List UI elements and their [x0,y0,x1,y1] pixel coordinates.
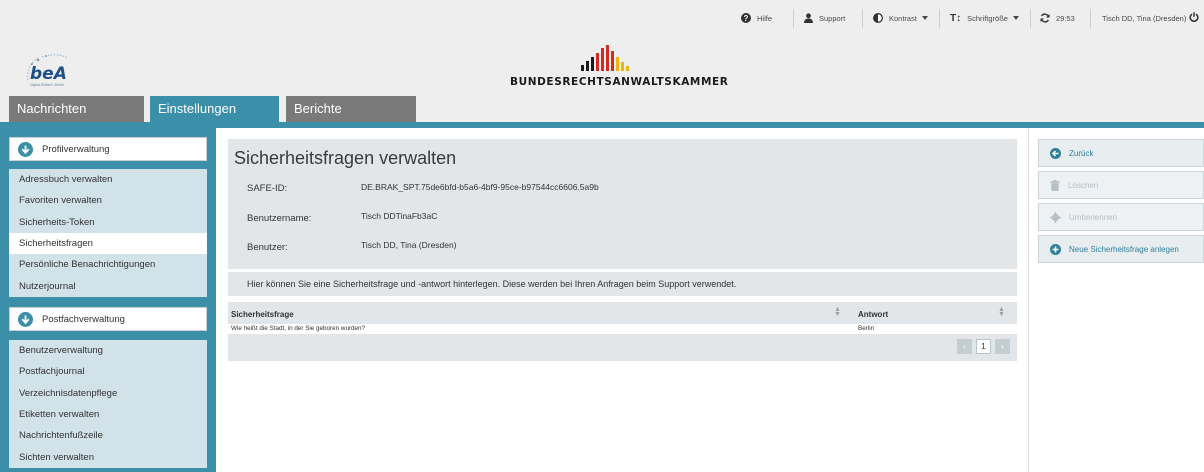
user-icon [804,13,813,23]
support-label: Support [819,13,846,23]
sidebar-item-postfachjournal[interactable]: Postfachjournal [9,361,207,382]
table-header: Sicherheitsfrage ▲ ▼ Antwort ▲ ▼ [228,302,1017,324]
column-header-antwort[interactable]: Antwort [858,310,888,319]
plus-circle-icon [1050,243,1061,255]
divider [793,9,794,28]
user-name-label: Tisch DD, Tina (Dresden) [1102,13,1187,23]
description-text: Hier können Sie eine Sicherheitsfrage un… [228,269,1017,296]
tab-einstellungen[interactable]: Einstellungen [150,96,279,122]
account-info: SAFE-ID: DE.BRAK_SPT.75de6bfd-b5a6-4bf9-… [228,172,1017,269]
gear-icon [1050,211,1061,223]
divider [1090,9,1091,28]
username-label: Benutzername: [247,213,312,224]
sidebar-item-favoriten[interactable]: Favoriten verwalten [9,190,207,211]
sidebar-item-etiketten[interactable]: Etiketten verwalten [9,404,207,425]
sidebar-group-profilverwaltung[interactable]: Profilverwaltung [9,137,207,161]
new-label: Neue Sicherheitsfrage anlegen [1069,244,1179,254]
chevron-down-icon [1012,16,1019,20]
sidebar-item-adressbuch[interactable]: Adressbuch verwalten [9,169,207,190]
cell-question: Wie heißt die Stadt, in der Sie geboren … [231,325,366,332]
power-icon [1189,12,1199,24]
right-column-divider [1028,128,1029,472]
sidebar-item-nachrichtenfusszeile[interactable]: Nachrichtenfußzeile [9,425,207,446]
top-utility-bar: ? Hilfe Support Kontrast T↕ Schriftgröße… [0,0,1204,36]
details-card: Sicherheitsfragen verwalten SAFE-ID: DE.… [228,139,1017,269]
cell-answer: Berlin [858,325,875,332]
main-tabs: Nachrichten Einstellungen Berichte [0,94,1204,122]
session-timer[interactable]: 29:53 [1040,0,1075,36]
sidebar-item-benachrichtigungen[interactable]: Persönliche Benachrichtigungen [9,254,207,275]
chevron-left-icon[interactable]: ‹ [957,339,972,354]
font-size-label: Schriftgröße [967,13,1008,23]
help-link[interactable]: ? Hilfe [741,0,772,36]
help-label: Hilfe [757,13,773,23]
divider [1030,9,1031,28]
security-questions-table: Sicherheitsfrage ▲ ▼ Antwort ▲ ▼ Wie heißt… [228,302,1017,361]
page-number[interactable]: 1 [976,339,991,354]
user-label: Benutzer: [247,242,288,253]
chevron-right-icon[interactable]: › [995,339,1010,354]
chevron-down-icon [921,16,928,20]
brak-logo: BUNDESRECHTSANWALTSKAMMER [510,45,729,89]
contrast-dropdown[interactable]: Kontrast [873,0,928,36]
safe-id-value: DE.BRAK_SPT.75de6bfd-b5a6-4bf9-95ce-b975… [361,182,599,192]
bea-logo-text: beA [30,64,67,84]
page-title: Sicherheitsfragen verwalten [234,148,457,168]
header: beA Digital Einfach Sicher BUNDESRECHTSA… [0,36,1204,94]
rename-label: Umbenennen [1069,212,1118,222]
sidebar-list-postfach: Benutzerverwaltung Postfachjournal Verze… [9,340,207,468]
arrow-down-circle-icon [18,141,33,157]
sidebar: Profilverwaltung Adressbuch verwalten Fa… [0,128,216,472]
arrow-down-circle-icon [18,311,33,327]
tab-berichte[interactable]: Berichte [286,96,416,122]
divider [939,9,940,28]
delete-label: Löschen [1068,180,1099,190]
sort-icon[interactable]: ▲ ▼ [834,306,841,318]
tab-nachrichten[interactable]: Nachrichten [9,96,144,122]
sidebar-item-sicherheits-token[interactable]: Sicherheits-Token [9,212,207,233]
sidebar-item-benutzerverwaltung[interactable]: Benutzerverwaltung [9,340,207,361]
bea-logo-subtext: Digital Einfach Sicher [30,83,65,87]
sort-icon[interactable]: ▲ ▼ [998,306,1005,318]
question-circle-icon: ? [741,13,751,23]
rename-button[interactable]: Umbenennen [1038,203,1204,231]
text-height-icon: T↕ [950,12,962,24]
sidebar-group-label: Profilverwaltung [42,143,110,155]
sidebar-item-sicherheitsfragen[interactable]: Sicherheitsfragen [9,232,207,255]
username-value: Tisch DDTinaFb3aC [361,211,438,221]
sidebar-list-profil: Adressbuch verwalten Favoriten verwalten… [9,169,207,297]
user-menu[interactable]: Tisch DD, Tina (Dresden) [1102,0,1186,36]
contrast-label: Kontrast [889,13,917,23]
contrast-icon [873,13,883,23]
arrow-left-circle-icon [1050,147,1061,159]
support-link[interactable]: Support [804,0,845,36]
brak-bars-icon [581,45,629,71]
refresh-icon [1040,13,1050,23]
brak-name: BUNDESRECHTSANWALTSKAMMER [510,76,729,88]
safe-id-label: SAFE-ID: [247,183,288,194]
pagination: ‹ 1 › [228,334,1017,361]
svg-text:?: ? [744,14,749,23]
logout-button[interactable] [1189,0,1199,36]
timer-label: 29:53 [1056,13,1075,23]
sidebar-item-nutzerjournal[interactable]: Nutzerjournal [9,275,207,296]
back-button[interactable]: Zurück [1038,139,1204,167]
table-row[interactable]: Wie heißt die Stadt, in der Sie geboren … [228,324,1017,334]
trash-icon [1050,179,1060,191]
sidebar-item-sichten[interactable]: Sichten verwalten [9,446,207,467]
sidebar-group-postfachverwaltung[interactable]: Postfachverwaltung [9,307,207,331]
delete-button[interactable]: Löschen [1038,171,1204,199]
column-header-sicherheitsfrage[interactable]: Sicherheitsfrage [231,310,294,319]
divider [862,9,863,28]
sidebar-item-verzeichnisdatenpflege[interactable]: Verzeichnisdatenpflege [9,383,207,404]
main-panel: Sicherheitsfragen verwalten SAFE-ID: DE.… [228,139,1017,361]
bea-logo[interactable]: beA Digital Einfach Sicher [16,52,86,92]
sidebar-group-label: Postfachverwaltung [42,313,125,325]
font-size-dropdown[interactable]: T↕ Schriftgröße [950,0,1019,36]
back-label: Zurück [1069,148,1094,158]
action-panel: Zurück Löschen Umbenennen Neue Sicherhei… [1038,139,1204,267]
user-value: Tisch DD, Tina (Dresden) [361,240,457,250]
new-security-question-button[interactable]: Neue Sicherheitsfrage anlegen [1038,235,1204,263]
